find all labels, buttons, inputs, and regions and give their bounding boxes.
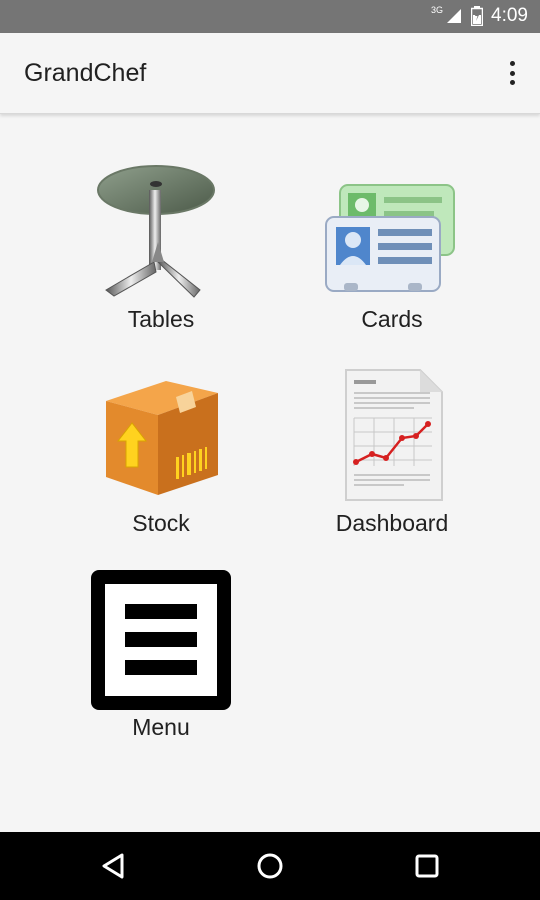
tile-label: Menu — [132, 714, 190, 740]
tile-dashboard[interactable]: Dashboard — [292, 364, 492, 554]
status-icons: 3G 4:09 — [431, 5, 528, 27]
tile-label: Cards — [361, 306, 423, 332]
tile-label: Dashboard — [335, 510, 449, 536]
cards-icon — [322, 162, 462, 302]
recents-icon[interactable] — [402, 846, 452, 886]
menu-icon — [91, 570, 231, 710]
stock-box-icon — [91, 366, 231, 506]
dashboard-grid: Tables Cards Stock Dashboard Menu — [0, 114, 540, 832]
home-icon[interactable] — [245, 846, 295, 886]
back-icon[interactable] — [88, 846, 138, 886]
battery-icon — [471, 6, 484, 26]
network-type: 3G — [431, 5, 444, 15]
app-bar: GrandChef — [0, 33, 540, 114]
tile-label: Stock — [132, 510, 190, 536]
tile-stock[interactable]: Stock — [61, 364, 261, 554]
navigation-bar — [0, 832, 540, 900]
tile-label: Tables — [127, 306, 195, 332]
tile-tables[interactable]: Tables — [61, 160, 261, 350]
tile-menu[interactable]: Menu — [61, 568, 261, 758]
app-title: GrandChef — [24, 59, 147, 87]
signal-icon — [447, 9, 462, 23]
clock: 4:09 — [491, 5, 528, 26]
more-vert-icon[interactable] — [502, 55, 522, 91]
tile-cards[interactable]: Cards — [292, 160, 492, 350]
table-icon — [91, 162, 231, 302]
status-bar: 3G 4:09 — [0, 0, 540, 33]
dashboard-report-icon — [322, 366, 462, 506]
